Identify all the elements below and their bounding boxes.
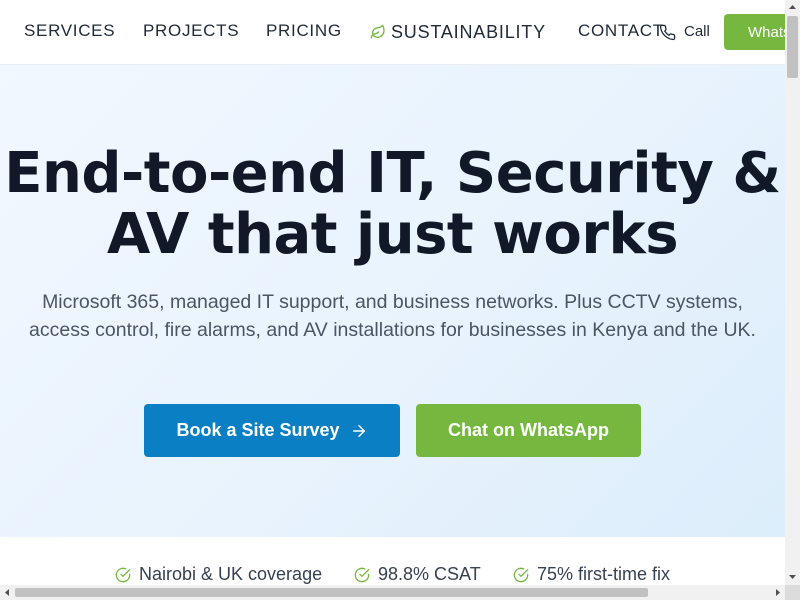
scroll-left-arrow-icon[interactable] bbox=[0, 585, 15, 600]
site-header: SERVICES PROJECTS PRICING SUSTAINABILITY… bbox=[0, 0, 800, 65]
nav-pricing[interactable]: PRICING bbox=[266, 20, 342, 42]
arrow-right-icon bbox=[352, 424, 365, 437]
stat-item: 75% first-time fix bbox=[513, 564, 670, 585]
hero-subtitle: Microsoft 365, managed IT support, and b… bbox=[29, 291, 756, 341]
stat-label: 98.8% CSAT bbox=[378, 564, 481, 584]
scroll-up-arrow-icon[interactable] bbox=[785, 0, 800, 14]
phone-icon bbox=[659, 24, 676, 40]
vertical-scroll-thumb[interactable] bbox=[787, 16, 798, 78]
hero-title: End-to-end IT, Security & AV that just w… bbox=[0, 143, 785, 265]
book-site-survey-button[interactable]: Book a Site Survey bbox=[144, 404, 400, 457]
hero-title-line-2: AV that just works bbox=[106, 202, 679, 267]
horizontal-scroll-thumb[interactable] bbox=[15, 588, 648, 597]
scroll-down-arrow-icon[interactable] bbox=[785, 570, 800, 584]
nav-projects[interactable]: PROJECTS bbox=[143, 20, 239, 42]
scrollbar-corner bbox=[785, 585, 800, 600]
vertical-scrollbar[interactable] bbox=[785, 0, 800, 585]
book-site-survey-label: Book a Site Survey bbox=[176, 420, 340, 440]
nav-sustainability[interactable]: SUSTAINABILITY bbox=[370, 21, 546, 43]
chat-on-whatsapp-label: Chat on WhatsApp bbox=[448, 420, 609, 440]
stat-label: 75% first-time fix bbox=[537, 564, 671, 584]
stats-strip: Nairobi & UK coverage 98.8% CSAT 75% fir… bbox=[0, 537, 785, 585]
nav-services[interactable]: SERVICES bbox=[24, 20, 115, 42]
scroll-right-arrow-icon[interactable] bbox=[770, 585, 785, 600]
hero-title-line-1: End-to-end IT, Security & bbox=[4, 141, 781, 206]
chat-on-whatsapp-button[interactable]: Chat on WhatsApp bbox=[416, 404, 641, 457]
hero-section: End-to-end IT, Security & AV that just w… bbox=[0, 65, 785, 537]
stat-item: Nairobi & UK coverage bbox=[115, 564, 322, 585]
nav-contact[interactable]: CONTACT bbox=[578, 20, 664, 42]
check-circle-icon bbox=[354, 567, 370, 582]
call-link[interactable]: Call bbox=[659, 22, 710, 42]
stat-label: Nairobi & UK coverage bbox=[139, 564, 323, 584]
check-circle-icon bbox=[115, 567, 131, 582]
horizontal-scrollbar[interactable] bbox=[0, 585, 785, 600]
stat-item: 98.8% CSAT bbox=[354, 564, 481, 585]
check-circle-icon bbox=[513, 567, 529, 582]
nav-sustainability-label: SUSTAINABILITY bbox=[391, 22, 546, 42]
call-label: Call bbox=[684, 23, 710, 40]
leaf-icon bbox=[370, 24, 385, 39]
